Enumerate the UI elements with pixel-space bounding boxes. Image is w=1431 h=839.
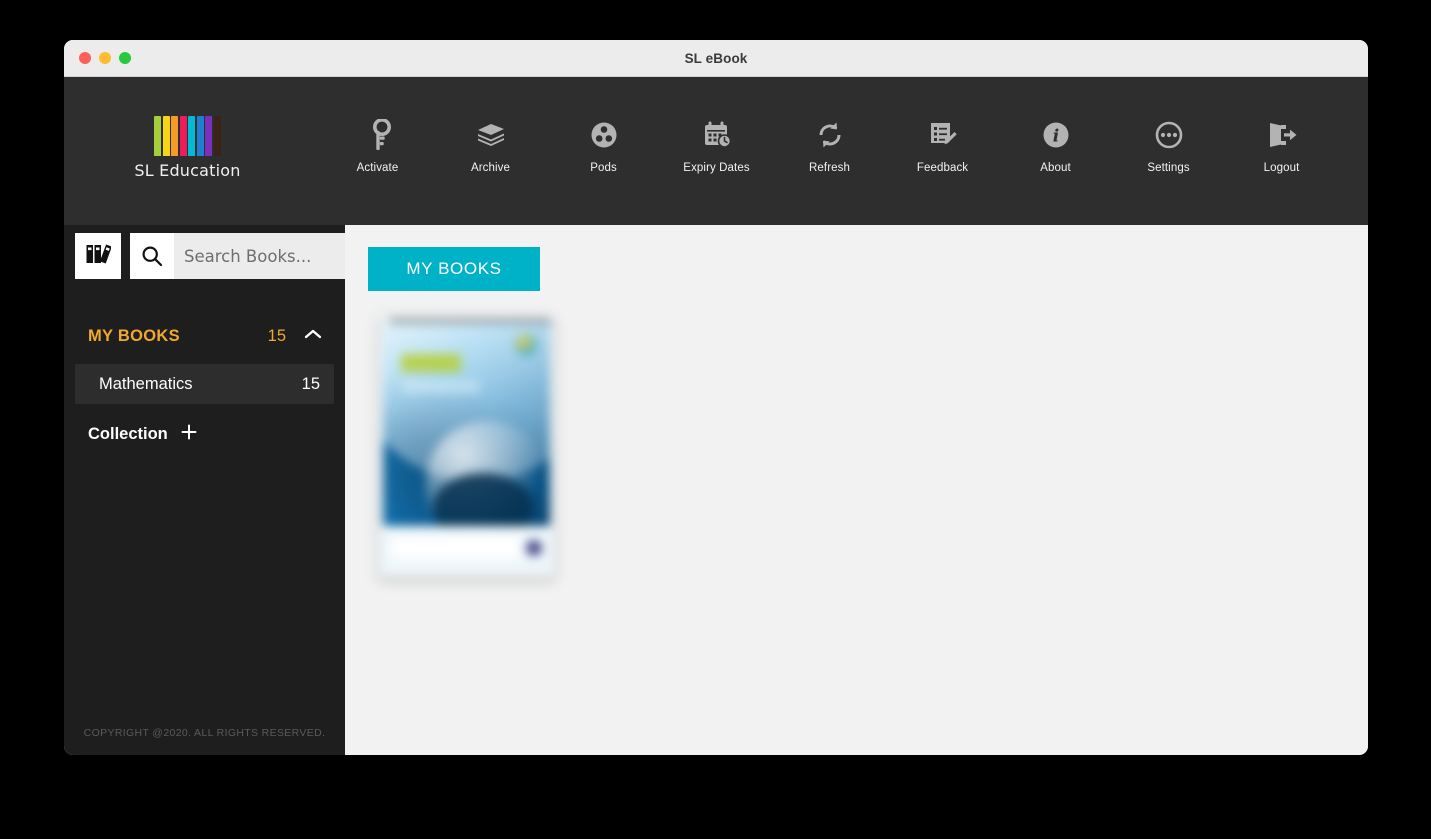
brand-name: SL Education [134, 161, 241, 180]
group-count: 15 [267, 326, 286, 345]
book-title-placeholder [391, 537, 521, 559]
app-body: MY BOOKS 15 Mathematics 15 Collection [64, 225, 1368, 755]
toolbar-item-logout[interactable]: Logout [1225, 118, 1338, 174]
sidebar: MY BOOKS 15 Mathematics 15 Collection [64, 225, 395, 755]
toolbar-item-settings[interactable]: Settings [1112, 118, 1225, 174]
book-shelf [378, 315, 1368, 578]
toolbar-item-pods[interactable]: Pods [547, 118, 660, 174]
category-count: 15 [301, 374, 320, 393]
toolbar-label: Refresh [809, 162, 850, 174]
library-button[interactable] [75, 233, 121, 279]
form-pencil-icon [928, 118, 958, 152]
cover-badge-icon [514, 334, 537, 357]
books-stack-icon [475, 118, 507, 152]
cover-title-blur [403, 380, 480, 393]
book-title-bar [383, 526, 550, 570]
film-reel-icon [590, 118, 618, 152]
logout-door-icon [1267, 118, 1297, 152]
refresh-icon [816, 118, 844, 152]
brand-logo: SL Education [64, 77, 311, 225]
book-cover-art [383, 324, 550, 526]
sidebar-collection-row[interactable]: Collection [64, 416, 345, 452]
toolbar-label: About [1040, 162, 1071, 174]
toolbar-label: Pods [590, 162, 617, 174]
close-button[interactable] [79, 52, 91, 64]
toolbar-item-activate[interactable]: Activate [321, 118, 434, 174]
key-icon [365, 118, 391, 152]
book-spines-icon [85, 242, 112, 271]
chevron-up-icon[interactable] [304, 327, 322, 345]
sidebar-item-mathematics[interactable]: Mathematics 15 [75, 364, 334, 404]
toolbar-label: Feedback [916, 162, 969, 174]
info-circle-icon: i [1042, 118, 1070, 152]
sidebar-group-my-books[interactable]: MY BOOKS 15 [64, 316, 345, 356]
zoom-button[interactable] [119, 52, 131, 64]
minimize-button[interactable] [99, 52, 111, 64]
category-label: Mathematics [99, 374, 193, 393]
logo-spines-icon [154, 116, 221, 156]
search-icon[interactable] [130, 233, 174, 279]
toolbar-items: Activate Archive Pods Expiry Dates Refre… [311, 77, 1368, 225]
calendar-clock-icon [702, 118, 732, 152]
toolbar-item-feedback[interactable]: Feedback [886, 118, 999, 174]
content-area: MY BOOKS [345, 225, 1368, 755]
sidebar-search-row [75, 233, 395, 279]
ellipsis-circle-icon [1155, 118, 1183, 152]
toolbar-label: Logout [1263, 162, 1300, 174]
window-controls [79, 52, 131, 64]
svg-text:i: i [1052, 127, 1058, 147]
tab-my-books[interactable]: MY BOOKS [368, 247, 540, 291]
copyright-text: COPYRIGHT @2020. ALL RIGHTS RESERVED. [83, 727, 326, 739]
cover-green-band [401, 354, 462, 373]
toolbar-label: Settings [1147, 162, 1190, 174]
toolbar-item-about[interactable]: i About [999, 118, 1112, 174]
group-label: MY BOOKS [88, 326, 180, 345]
toolbar-item-archive[interactable]: Archive [434, 118, 547, 174]
collection-label: Collection [88, 424, 168, 443]
toolbar-item-expiry-dates[interactable]: Expiry Dates [660, 118, 773, 174]
app-window: SL eBook SL Education Activate Archive P… [64, 40, 1368, 755]
titlebar: SL eBook [64, 40, 1368, 77]
toolbar-label: Activate [356, 162, 399, 174]
book-status-dot [526, 540, 542, 556]
toolbar-item-refresh[interactable]: Refresh [773, 118, 886, 174]
toolbar: SL Education Activate Archive Pods Expir… [64, 77, 1368, 225]
plus-icon[interactable] [180, 423, 198, 446]
window-title: SL eBook [684, 50, 748, 66]
toolbar-label: Archive [470, 162, 511, 174]
toolbar-label: Expiry Dates [683, 162, 750, 174]
book-card[interactable] [378, 315, 555, 578]
